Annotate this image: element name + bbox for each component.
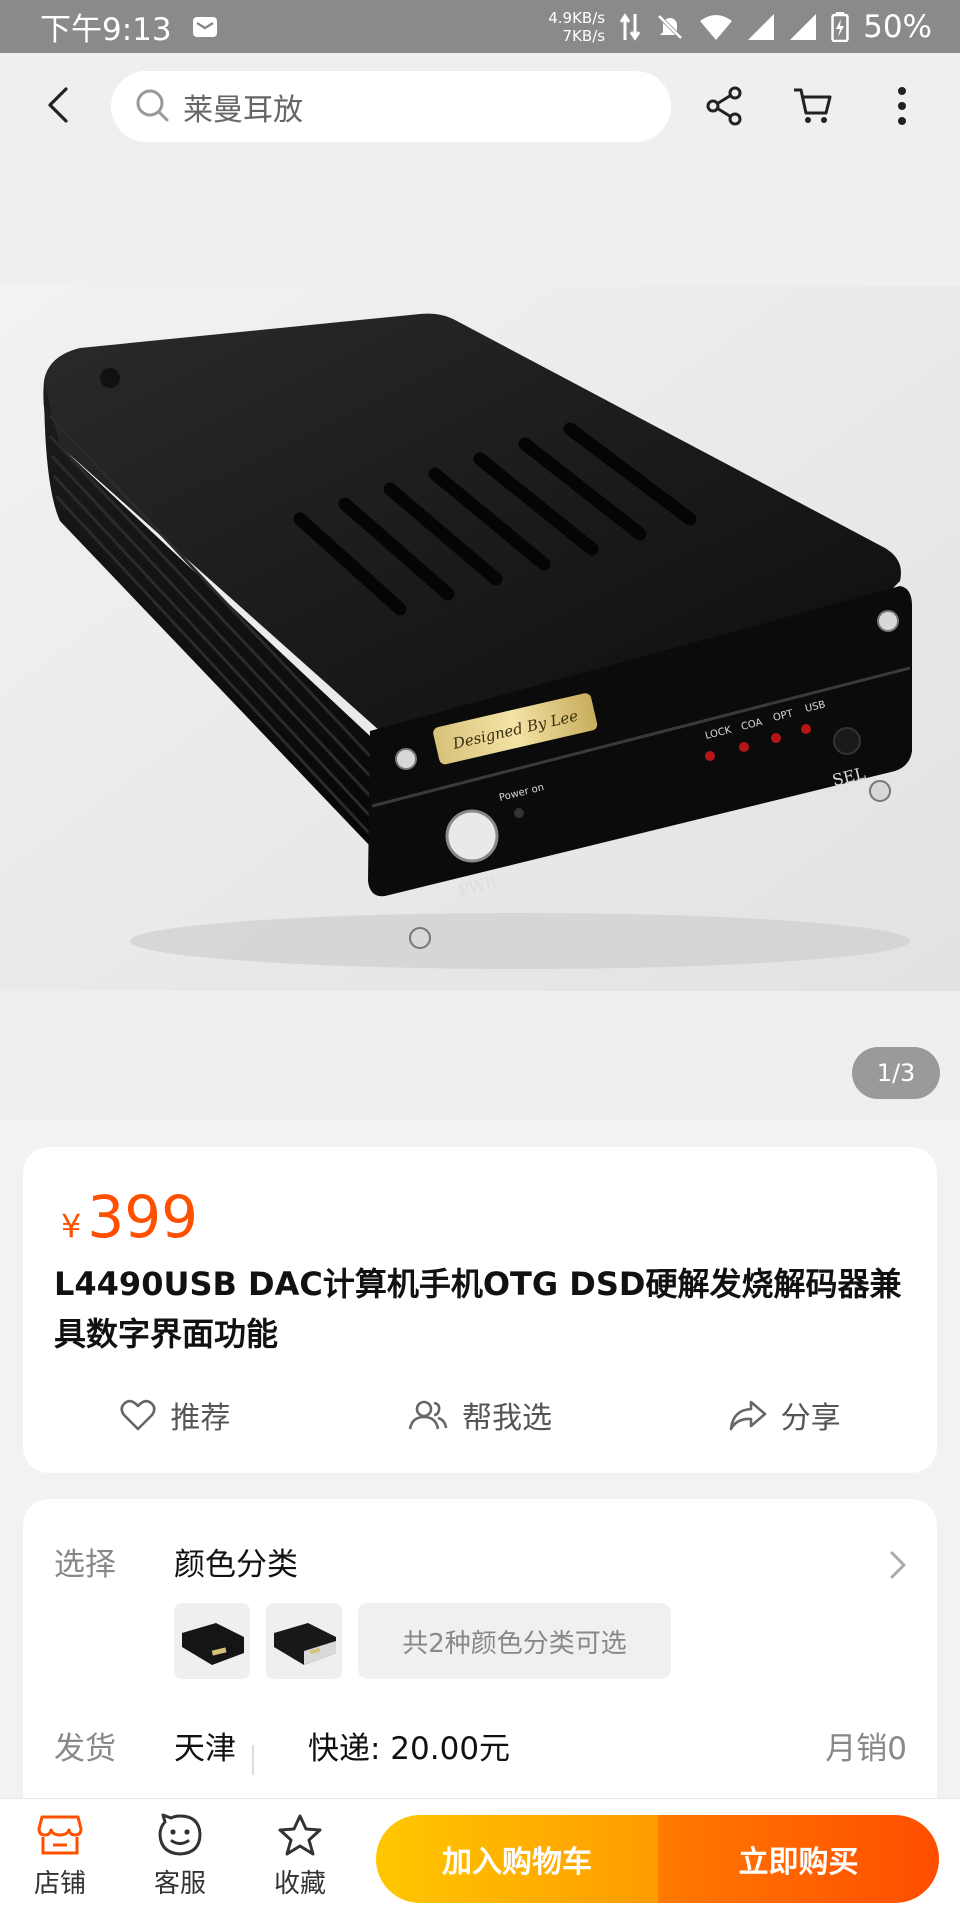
search-placeholder: 莱曼耳放 — [183, 92, 303, 128]
battery-icon — [831, 11, 849, 42]
wifi-icon — [699, 13, 733, 41]
mute-icon — [655, 12, 685, 42]
store-tab[interactable]: 店铺 — [15, 1813, 105, 1913]
monthly-sales: 月销0 — [825, 1731, 907, 1767]
data-transfer-icon — [619, 12, 641, 42]
shipping-fee: 快递: 20.00元 — [308, 1731, 511, 1767]
share-button[interactable] — [701, 83, 747, 129]
add-to-cart-button[interactable]: 加入购物车 — [376, 1815, 658, 1903]
image-page-indicator: 1/3 — [852, 1047, 940, 1099]
price-value: 399 — [87, 1183, 199, 1251]
battery-percent: 50% — [863, 8, 932, 45]
share-action-button[interactable]: 分享 — [632, 1385, 937, 1445]
mail-icon — [192, 15, 218, 39]
signal-icon-1 — [747, 13, 775, 41]
product-page: 下午9:13 4.9KB/s 7KB/s 50% 莱曼耳放 Designed B… — [0, 0, 960, 1920]
signal-icon-2 — [789, 13, 817, 41]
favorite-tab[interactable]: 收藏 — [255, 1813, 345, 1913]
price-currency: ¥ — [61, 1207, 82, 1245]
more-icon — [898, 87, 906, 125]
people-icon — [408, 1400, 448, 1430]
variants-available[interactable]: 共2种颜色分类可选 — [358, 1603, 671, 1679]
store-icon — [37, 1815, 83, 1855]
variant-thumb-black[interactable] — [174, 1603, 250, 1679]
ship-from: 天津 — [174, 1731, 236, 1767]
status-bar: 下午9:13 4.9KB/s 7KB/s 50% — [0, 0, 960, 53]
more-button[interactable] — [879, 83, 925, 129]
search-icon — [135, 88, 169, 126]
select-value[interactable]: 颜色分类 — [174, 1539, 298, 1584]
back-button[interactable] — [36, 83, 80, 127]
select-label: 选择 — [54, 1547, 116, 1583]
top-nav: 莱曼耳放 — [0, 53, 960, 158]
variant-thumb-silver[interactable] — [266, 1603, 342, 1679]
star-icon — [278, 1814, 322, 1856]
cart-button[interactable] — [790, 83, 836, 129]
customer-service-icon — [158, 1813, 202, 1856]
price: ¥ 399 — [61, 1183, 198, 1251]
service-tab[interactable]: 客服 — [135, 1813, 225, 1913]
help-choose-button[interactable]: 帮我选 — [328, 1385, 633, 1445]
product-title: L4490USB DAC计算机手机OTG DSD硬解发烧解码器兼具数字界面功能 — [54, 1265, 902, 1353]
product-actions: 推荐 帮我选 分享 — [23, 1385, 937, 1445]
network-speed: 4.9KB/s 7KB/s — [548, 8, 606, 45]
divider — [252, 1745, 254, 1775]
bottom-bar: 店铺 客服 收藏 加入购物车 立即购买 — [0, 1798, 960, 1920]
buy-now-button[interactable]: 立即购买 — [658, 1815, 939, 1903]
search-input[interactable]: 莱曼耳放 — [111, 71, 671, 142]
heart-icon — [120, 1399, 156, 1431]
shipping-label: 发货 — [54, 1731, 116, 1767]
product-gallery[interactable]: Designed By Lee LOCK COA OPT USB Power o… — [0, 158, 960, 1120]
back-icon — [48, 87, 68, 123]
product-image[interactable]: Designed By Lee LOCK COA OPT USB Power o… — [0, 286, 960, 991]
price-card: ¥ 399 L4490USB DAC计算机手机OTG DSD硬解发烧解码器兼具数… — [23, 1147, 937, 1473]
share-icon — [706, 86, 742, 126]
chevron-right-icon[interactable] — [889, 1550, 907, 1584]
recommend-button[interactable]: 推荐 — [23, 1385, 328, 1445]
cart-icon — [794, 88, 832, 123]
forward-share-icon — [729, 1400, 766, 1431]
status-time: 下午9:13 — [40, 12, 172, 48]
